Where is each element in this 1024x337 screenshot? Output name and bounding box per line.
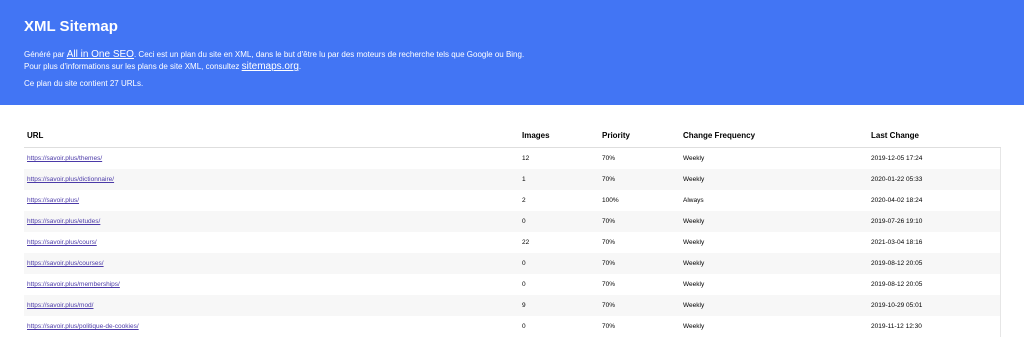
images-cell: 12 <box>522 155 530 162</box>
last-change-cell: 2019-08-12 20:05 <box>868 253 1001 274</box>
images-cell: 0 <box>519 253 599 274</box>
table-row: https://savoir.plus/politique-de-cookies… <box>24 316 1001 337</box>
url-link[interactable]: https://savoir.plus/ <box>27 197 79 204</box>
priority-cell: 70% <box>599 295 680 316</box>
sitemap-header: XML Sitemap Généré par All in One SEO. C… <box>0 0 1024 105</box>
url-link[interactable]: https://savoir.plus/themes/ <box>27 155 102 162</box>
change-frequency-cell: Weekly <box>680 169 868 190</box>
generator-line: Généré par All in One SEO. Ceci est un p… <box>24 49 1024 61</box>
priority-cell: 70% <box>602 281 616 288</box>
table-row: https://savoir.plus/etudes/0 70% Weekly 201… <box>24 211 1001 232</box>
last-change-cell: 2019-08-12 20:05 <box>868 274 1001 295</box>
priority-cell: 70% <box>602 239 616 246</box>
url-cell: https://savoir.plus/politique-de-cookies… <box>24 316 519 337</box>
url-cell: https://savoir.plus/cours/ <box>24 232 519 253</box>
table-row: https://savoir.plus/dictionnaire/1 70% Wee… <box>24 169 1001 190</box>
url-cell: https://savoir.plus/etudes/ <box>24 211 519 232</box>
table-header-row: URL Images Priority Change Frequency Las… <box>24 123 1000 148</box>
change-frequency-cell: Weekly <box>683 239 705 246</box>
last-change-cell: 2020-04-02 18:24 <box>868 190 1001 211</box>
images-cell: 9 <box>519 295 599 316</box>
images-cell: 0 <box>519 211 599 232</box>
info-prefix: Pour plus d'informations sur les plans d… <box>24 62 242 71</box>
priority-cell: 70% <box>599 253 680 274</box>
info-suffix: . <box>298 62 302 71</box>
priority-cell: 70% <box>599 211 680 232</box>
url-cell: https://savoir.plus/ <box>24 190 519 211</box>
url-link[interactable]: https://savoir.plus/cours/ <box>27 239 97 246</box>
url-count: Ce plan du site contient 27 URLs. <box>24 79 144 88</box>
last-change-cell: 2019-12-05 17:24 <box>868 147 1001 169</box>
table-row: https://savoir.plus/2 100% Always 2020-04-0… <box>24 190 1001 211</box>
url-cell: https://savoir.plus/courses/ <box>24 253 519 274</box>
url-cell: https://savoir.plus/themes/ <box>24 148 519 170</box>
column-header-change-frequency: Change Frequency <box>680 123 868 148</box>
column-header-last-change: Last Change <box>868 123 1000 148</box>
images-cell: 0 <box>522 281 526 288</box>
priority-cell: 70% <box>599 169 680 190</box>
url-link[interactable]: https://savoir.plus/politique-de-cookies… <box>27 323 139 330</box>
images-cell: 1 <box>519 169 599 190</box>
change-frequency-cell: Always <box>683 197 704 204</box>
info-line: Pour plus d'informations sur les plans d… <box>24 61 1024 73</box>
column-header-url: URL <box>24 123 519 148</box>
images-cell: 2 <box>522 197 526 204</box>
priority-cell: 100% <box>602 197 619 204</box>
url-link[interactable]: https://savoir.plus/courses/ <box>27 260 104 267</box>
url-link[interactable]: https://savoir.plus/etudes/ <box>27 218 100 225</box>
table-row: https://savoir.plus/courses/0 70% Weekly 20… <box>24 253 1001 274</box>
url-cell: https://savoir.plus/memberships/ <box>24 274 519 295</box>
url-link[interactable]: https://savoir.plus/dictionnaire/ <box>27 176 114 183</box>
change-frequency-cell: Weekly <box>680 295 868 316</box>
sitemaps-org-link[interactable]: sitemaps.org <box>242 61 299 72</box>
priority-cell: 70% <box>602 323 616 330</box>
last-change-cell: 2019-11-12 12:30 <box>868 316 1001 337</box>
priority-cell: 70% <box>602 155 616 162</box>
last-change-cell: 2021-03-04 18:16 <box>868 232 1001 253</box>
last-change-cell: 2019-10-29 05:01 <box>868 295 1001 316</box>
table-row: https://savoir.plus/cours/22 70% Weekly 202… <box>24 232 1001 253</box>
change-frequency-cell: Weekly <box>680 211 868 232</box>
url-link[interactable]: https://savoir.plus/mod/ <box>27 302 93 309</box>
table-row: https://savoir.plus/mod/9 70% Weekly 2019-1… <box>24 295 1001 316</box>
column-header-priority: Priority <box>599 123 680 148</box>
sitemap-table: URL Images Priority Change Frequency Las… <box>24 123 1001 337</box>
table-row: https://savoir.plus/themes/12 70% Weekly 20… <box>24 147 1001 170</box>
column-header-images: Images <box>519 123 599 148</box>
images-cell: 22 <box>522 239 530 246</box>
url-link[interactable]: https://savoir.plus/memberships/ <box>27 281 120 288</box>
last-change-cell: 2020-01-22 05:33 <box>868 169 1001 190</box>
change-frequency-cell: Weekly <box>683 281 705 288</box>
url-cell: https://savoir.plus/mod/ <box>24 295 519 316</box>
change-frequency-cell: Weekly <box>683 155 705 162</box>
table-row: https://savoir.plus/memberships/0 70% Week… <box>24 274 1001 295</box>
generator-prefix: Généré par <box>24 50 67 59</box>
aioseo-link[interactable]: All in One SEO <box>67 49 134 60</box>
generator-suffix: . Ceci est un plan du site en XML, dans … <box>133 50 525 59</box>
images-cell: 0 <box>522 323 526 330</box>
change-frequency-cell: Weekly <box>680 253 868 274</box>
change-frequency-cell: Weekly <box>683 323 705 330</box>
last-change-cell: 2019-07-26 19:10 <box>868 211 1001 232</box>
page-title: XML Sitemap <box>24 18 118 35</box>
url-cell: https://savoir.plus/dictionnaire/ <box>24 169 519 190</box>
sitemap-content: URL Images Priority Change Frequency Las… <box>0 123 1024 337</box>
